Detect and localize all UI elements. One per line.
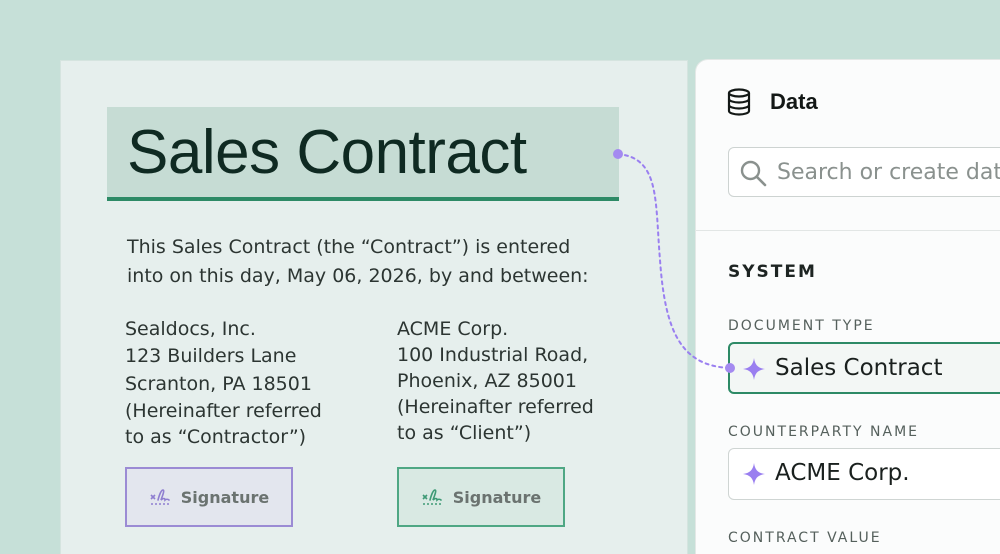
field-counterparty-name[interactable]: ACME Corp. <box>728 448 1000 500</box>
party-client-note-2: to as “Client”) <box>397 422 532 444</box>
intro-line-1: This Sales Contract (the “Contract”) is … <box>127 236 571 258</box>
party-contractor-city: Scranton, PA 18501 <box>125 373 312 395</box>
search-box[interactable] <box>728 147 1000 197</box>
signature-icon <box>150 489 170 505</box>
app-canvas: Sales Contract This Sales Contract (the … <box>0 0 1000 554</box>
field-value-document-type: Sales Contract <box>775 355 943 381</box>
sparkle-icon <box>743 463 765 485</box>
party-client-note-1: (Hereinafter referred <box>397 396 594 418</box>
contract-document: Sales Contract This Sales Contract (the … <box>60 60 688 554</box>
signature-icon <box>422 489 442 505</box>
party-client: ACME Corp. 100 Industrial Road, Phoenix,… <box>397 316 594 446</box>
party-client-city: Phoenix, AZ 85001 <box>397 370 577 392</box>
signature-label-contractor: Signature <box>180 487 270 507</box>
search-icon <box>740 160 767 187</box>
document-title: Sales Contract <box>127 118 527 187</box>
party-contractor-name: Sealdocs, Inc. <box>125 318 256 340</box>
signature-field-client[interactable]: Signature <box>397 467 565 527</box>
signature-field-contractor[interactable]: Signature <box>125 467 293 527</box>
party-client-name: ACME Corp. <box>397 318 509 340</box>
search-input[interactable] <box>777 148 1000 196</box>
database-icon <box>727 88 751 116</box>
section-title-system: SYSTEM <box>728 262 817 282</box>
intro-line-2: into on this day, May 06, 2026, by and b… <box>127 265 589 287</box>
signature-label-client: Signature <box>452 487 542 507</box>
document-title-highlight[interactable]: Sales Contract <box>107 107 619 201</box>
data-panel: Data SYSTEM DOCUMENT TYPE Sales Contract… <box>696 60 1000 554</box>
party-contractor-note-2: to as “Contractor”) <box>125 426 307 448</box>
party-contractor: Sealdocs, Inc. 123 Builders Lane Scranto… <box>125 316 322 450</box>
data-panel-title: Data <box>770 89 818 114</box>
data-panel-header: Data <box>696 60 1000 231</box>
party-contractor-street: 123 Builders Lane <box>125 345 297 367</box>
party-client-street: 100 Industrial Road, <box>397 344 589 366</box>
field-document-type[interactable]: Sales Contract <box>728 342 1000 394</box>
party-contractor-note-1: (Hereinafter referred <box>125 400 322 422</box>
field-value-counterparty-name: ACME Corp. <box>775 460 910 486</box>
sparkle-icon <box>743 358 765 380</box>
field-label-contract-value: CONTRACT VALUE <box>728 530 882 546</box>
field-label-counterparty-name: COUNTERPARTY NAME <box>728 424 920 440</box>
field-label-document-type: DOCUMENT TYPE <box>728 318 875 334</box>
contract-intro: This Sales Contract (the “Contract”) is … <box>127 233 597 291</box>
